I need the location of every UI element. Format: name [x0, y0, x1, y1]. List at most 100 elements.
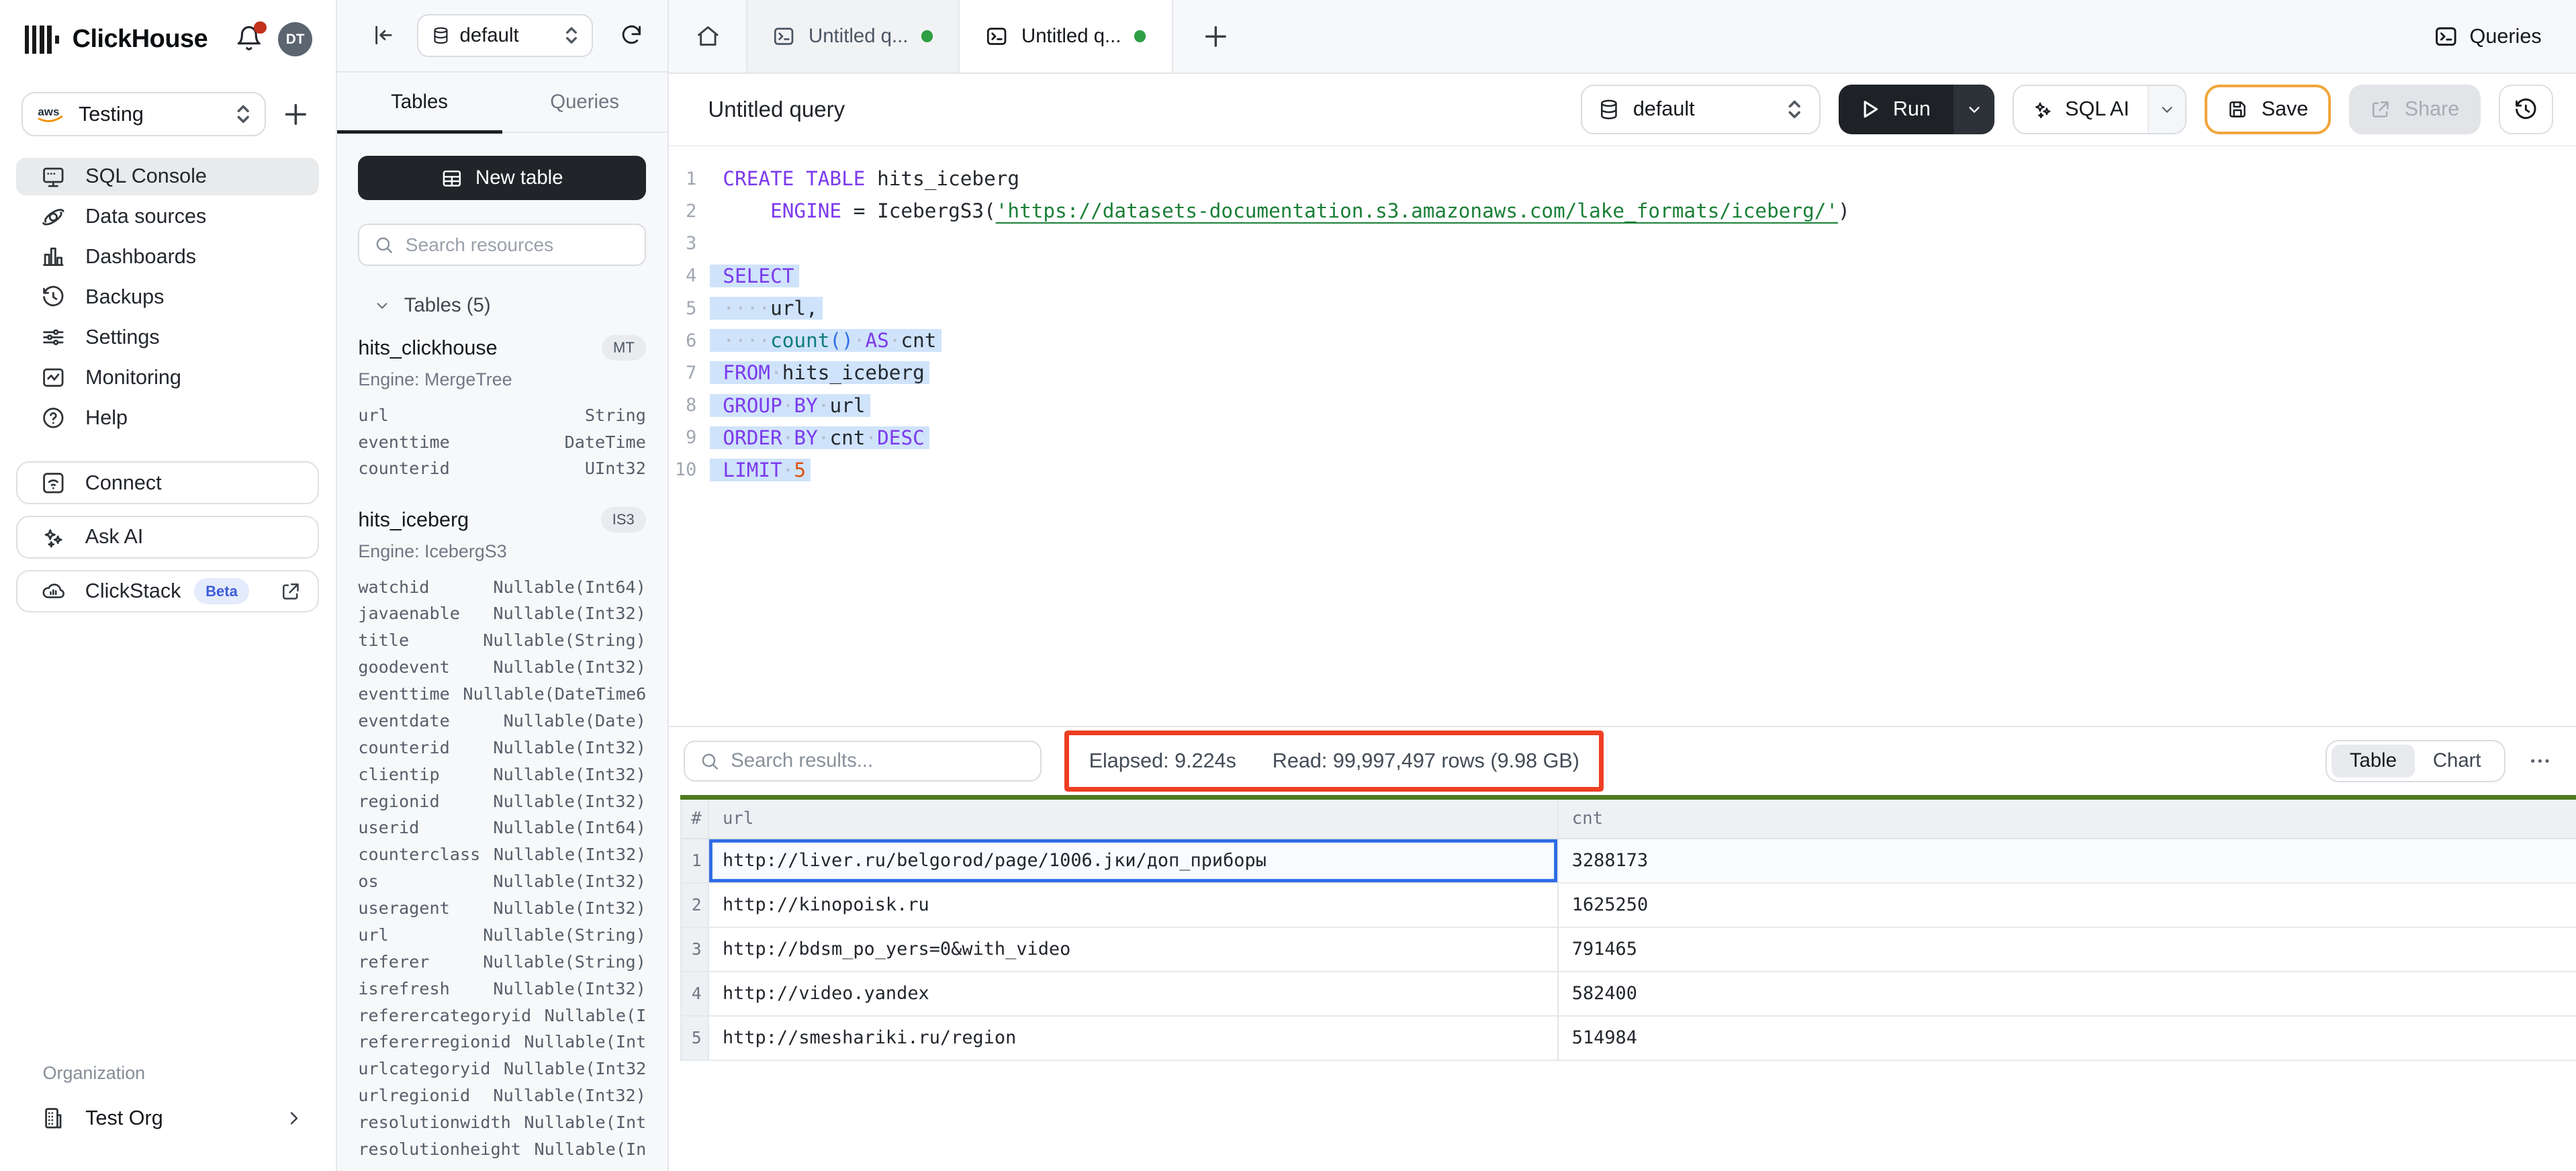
cnt-cell[interactable]: 3288173	[1559, 839, 2576, 884]
clickstack-button[interactable]: ClickStack Beta	[16, 570, 319, 613]
add-service-button[interactable]	[276, 95, 316, 134]
org-switcher[interactable]: Test Org	[16, 1098, 319, 1138]
column-row: refererNullable(String)	[358, 948, 646, 975]
toggle-chart[interactable]: Chart	[2415, 745, 2499, 778]
results-section: Elapsed: 9.224s Read: 99,997,497 rows (9…	[669, 726, 2576, 1171]
sidebar-item-data-sources[interactable]: Data sources	[16, 198, 319, 236]
line-number: 5	[669, 298, 710, 319]
code-lines: 1CREATE TABLE hits_iceberg2 ENGINE = Ice…	[669, 162, 2576, 486]
search-icon	[374, 235, 394, 254]
tables-section-header[interactable]: Tables (5)	[358, 294, 646, 317]
resource-table[interactable]: hits_icebergIS3Engine: IcebergS3watchidN…	[358, 504, 646, 1163]
workspace-select[interactable]: aws Testing	[21, 92, 267, 136]
engine-label: Engine: IcebergS3	[358, 541, 646, 562]
code-line[interactable]: 5····url,	[669, 292, 2576, 324]
new-tab-button[interactable]	[1191, 0, 1240, 73]
query-tab-2[interactable]: Untitled q...	[960, 0, 1173, 73]
url-cell[interactable]: http://bdsm_po_yers=0&with_video	[709, 928, 1559, 972]
query-title[interactable]: Untitled query	[708, 97, 845, 122]
plus-icon	[1203, 24, 1228, 49]
code-line[interactable]: 8GROUP·BY·url	[669, 389, 2576, 421]
column-row: referercategoryidNullable(I	[358, 1002, 646, 1029]
queries-button[interactable]: Queries	[2434, 0, 2542, 73]
sidebar-item-sql-console[interactable]: SQL Console	[16, 158, 319, 195]
cnt-cell[interactable]: 791465	[1559, 928, 2576, 972]
sidebar-item-dashboards[interactable]: Dashboards	[16, 238, 319, 276]
sql-ai-options-caret[interactable]	[2148, 86, 2185, 132]
logo-row: ClickHouse DT	[0, 0, 336, 58]
sidebar-item-help[interactable]: Help	[16, 399, 319, 436]
search-resources-input[interactable]	[406, 234, 630, 256]
save-icon	[2227, 99, 2248, 120]
chevron-right-icon	[285, 1109, 303, 1127]
url-cell[interactable]: http://liver.ru/belgorod/page/1006.jки/д…	[709, 839, 1559, 884]
ellipsis-icon[interactable]	[2525, 746, 2555, 776]
code-line[interactable]: 9ORDER·BY·cnt·DESC	[669, 422, 2576, 454]
organization-section: Organization Test Org	[0, 1063, 336, 1138]
run-options-caret[interactable]	[1953, 85, 1994, 134]
tab-queries[interactable]: Queries	[502, 73, 668, 132]
code-line[interactable]: 4SELECT	[669, 260, 2576, 292]
search-results-input[interactable]	[731, 749, 1025, 772]
cnt-cell[interactable]: 514984	[1559, 1017, 2576, 1061]
column-row: urlcategoryidNullable(Int32	[358, 1056, 646, 1082]
connect-button[interactable]: Connect	[16, 461, 319, 504]
refresh-icon[interactable]	[619, 23, 644, 48]
avatar[interactable]: DT	[278, 22, 312, 56]
table-row[interactable]: 1http://liver.ru/belgorod/page/1006.jки/…	[680, 839, 2576, 884]
database-select[interactable]: default	[417, 14, 593, 57]
new-table-button[interactable]: New table	[358, 156, 646, 200]
sql-ai-button[interactable]: SQL AI	[2013, 85, 2187, 134]
code-line[interactable]: 6····count()·AS·cnt	[669, 324, 2576, 357]
line-number: 1	[669, 169, 710, 189]
query-tabstrip: Untitled q... Untitled q... Queries	[669, 0, 2576, 74]
url-cell[interactable]: http://video.yandex	[709, 972, 1559, 1017]
save-button[interactable]: Save	[2205, 85, 2331, 134]
query-tab-1[interactable]: Untitled q...	[746, 0, 960, 73]
code-line[interactable]: 2 ENGINE = IcebergS3('https://datasets-d…	[669, 195, 2576, 227]
database-icon	[432, 25, 450, 46]
code-line[interactable]: 1CREATE TABLE hits_iceberg	[669, 162, 2576, 195]
tab-tables[interactable]: Tables	[337, 73, 502, 132]
sidebar-item-monitoring[interactable]: Monitoring	[16, 359, 319, 396]
database-name: default	[1633, 97, 1786, 121]
search-results-field[interactable]	[684, 741, 1042, 782]
line-number: 7	[669, 363, 710, 383]
query-stats-annotation: Elapsed: 9.224s Read: 99,997,497 rows (9…	[1064, 731, 1604, 792]
sparkles-icon	[2032, 99, 2054, 120]
url-cell[interactable]: http://kinopoisk.ru	[709, 884, 1559, 928]
sparkles-icon	[41, 525, 66, 550]
table-name[interactable]: hits_iceberg	[358, 508, 469, 532]
resource-list: hits_clickhouseMTEngine: MergeTreeurlStr…	[358, 332, 646, 1162]
table-row[interactable]: 3http://bdsm_po_yers=0&with_video791465	[680, 928, 2576, 972]
external-link-icon	[280, 581, 302, 602]
sidebar-item-settings[interactable]: Settings	[16, 319, 319, 357]
search-resources-field[interactable]	[358, 224, 646, 267]
line-number: 4	[669, 265, 710, 286]
home-icon[interactable]	[685, 0, 731, 73]
url-cell[interactable]: http://smeshariki.ru/region	[709, 1017, 1559, 1061]
run-button[interactable]: Run	[1839, 85, 1994, 134]
table-row[interactable]: 4http://video.yandex582400	[680, 972, 2576, 1017]
column-row: isrefreshNullable(Int32)	[358, 975, 646, 1002]
query-history-button[interactable]	[2499, 85, 2553, 134]
updown-chevron-icon	[564, 26, 579, 45]
sql-editor[interactable]: 1CREATE TABLE hits_iceberg2 ENGINE = Ice…	[669, 146, 2576, 727]
updown-chevron-icon	[235, 103, 251, 125]
code-line[interactable]: 10LIMIT·5	[669, 454, 2576, 486]
cnt-cell[interactable]: 582400	[1559, 972, 2576, 1017]
table-name[interactable]: hits_clickhouse	[358, 336, 497, 360]
cnt-cell[interactable]: 1625250	[1559, 884, 2576, 928]
collapse-panel-icon[interactable]	[371, 23, 396, 48]
ask-ai-button[interactable]: Ask AI	[16, 516, 319, 559]
sidebar-item-backups[interactable]: Backups	[16, 279, 319, 316]
table-row[interactable]: 5http://smeshariki.ru/region514984	[680, 1017, 2576, 1061]
resource-table[interactable]: hits_clickhouseMTEngine: MergeTreeurlStr…	[358, 332, 646, 482]
share-button[interactable]: Share	[2349, 85, 2481, 134]
toggle-table[interactable]: Table	[2332, 745, 2415, 778]
notifications-bell-icon[interactable]	[235, 25, 263, 54]
code-line[interactable]: 3	[669, 228, 2576, 260]
database-select[interactable]: default	[1581, 85, 1821, 134]
table-row[interactable]: 2http://kinopoisk.ru1625250	[680, 884, 2576, 928]
code-line[interactable]: 7FROM·hits_iceberg	[669, 357, 2576, 389]
